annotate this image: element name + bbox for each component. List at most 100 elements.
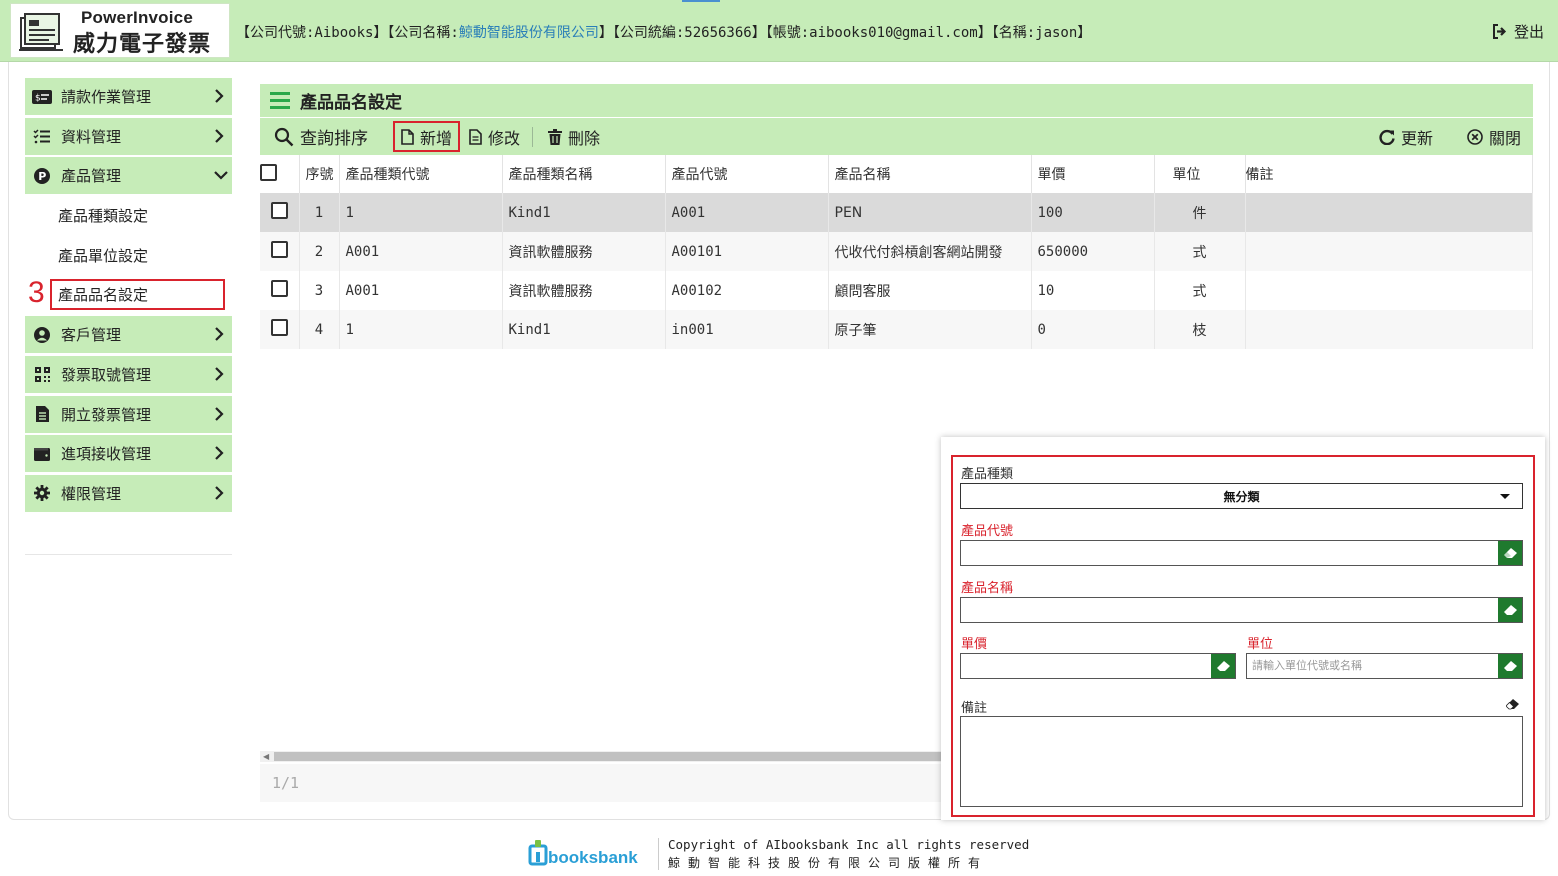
cell-note	[1245, 232, 1533, 271]
search-sort-label: 查詢排序	[300, 129, 368, 149]
company-name-link[interactable]: 鯨動智能股份有限公司	[459, 25, 599, 41]
scroll-left-arrow-icon[interactable]: ◀	[263, 752, 269, 761]
row-checkbox[interactable]	[270, 241, 288, 258]
search-sort-button[interactable]: 查詢排序	[274, 118, 368, 155]
sidebar-item-product[interactable]: P 產品管理	[25, 157, 232, 195]
product-table: 序號 產品種類代號 產品種類名稱 產品代號 產品名稱 單價 單位 備註 1 1 …	[260, 155, 1533, 349]
top-tab-indicator	[682, 0, 720, 2]
column-header[interactable]: 單價	[1031, 155, 1155, 193]
cell-name: PEN	[828, 193, 1032, 232]
table-row[interactable]: 3 A001 資訊軟體服務 A00102 顧問客服 10 式	[260, 271, 1533, 310]
user-circle-icon	[31, 326, 53, 343]
eraser-icon	[1503, 660, 1517, 671]
chevron-right-icon	[215, 446, 224, 460]
edit-button[interactable]: 修改	[469, 118, 520, 155]
sidebar-item-issue-invoice[interactable]: 開立發票管理	[25, 395, 232, 433]
delete-button[interactable]: 刪除	[548, 118, 600, 155]
price-input[interactable]	[960, 653, 1236, 679]
select-all-checkbox[interactable]	[260, 163, 277, 181]
hamburger-menu-button[interactable]	[260, 84, 300, 117]
cell-unit: 式	[1154, 232, 1246, 271]
unit-input[interactable]: 請輸入單位代號或名稱	[1246, 653, 1523, 679]
scrollbar-thumb[interactable]	[274, 752, 942, 761]
product-type-label: 產品種類	[961, 467, 1014, 482]
cell-seq: 1	[299, 193, 340, 232]
sidebar-subitem-product-type[interactable]: 產品種類設定	[25, 197, 232, 235]
clear-code-button[interactable]	[1498, 541, 1522, 565]
search-icon	[274, 127, 294, 146]
checklist-icon	[31, 129, 53, 144]
clear-name-button[interactable]	[1498, 598, 1522, 622]
cell-seq: 3	[299, 271, 340, 310]
sidebar-subitem-product-unit[interactable]: 產品單位設定	[25, 236, 232, 274]
sidebar-item-customer[interactable]: 客戶管理	[25, 316, 232, 354]
cell-type-name: 資訊軟體服務	[502, 232, 666, 271]
sidebar-item-permission[interactable]: 權限管理	[25, 474, 232, 512]
column-header[interactable]: 產品名稱	[828, 155, 1032, 193]
row-checkbox[interactable]	[270, 319, 288, 336]
add-label: 新增	[420, 128, 453, 148]
table-row[interactable]: 4 1 Kind1 in001 原子筆 0 枝	[260, 310, 1533, 349]
row-checkbox-cell[interactable]	[260, 232, 300, 271]
refresh-button[interactable]: 更新	[1379, 118, 1433, 155]
cell-type-code: A001	[339, 271, 503, 310]
row-checkbox-cell[interactable]	[260, 193, 300, 232]
content-title-bar: 產品品名設定	[260, 84, 1533, 117]
cell-type-name: 資訊軟體服務	[502, 271, 666, 310]
row-checkbox[interactable]	[270, 202, 288, 219]
cell-type-code: 1	[339, 193, 503, 232]
logout-button[interactable]: 登出	[1492, 21, 1544, 42]
clear-unit-button[interactable]	[1498, 654, 1522, 678]
column-header[interactable]: 單位	[1154, 155, 1246, 193]
product-type-select[interactable]: 無分類	[960, 483, 1523, 509]
note-textarea[interactable]	[960, 716, 1523, 807]
sidebar-item-data[interactable]: 資料管理	[25, 117, 232, 155]
product-code-input[interactable]	[960, 540, 1523, 566]
cell-price: 0	[1031, 310, 1155, 349]
product-name-input[interactable]	[960, 597, 1523, 623]
sidebar-item-input-receive[interactable]: 進項接收管理	[25, 435, 232, 473]
sidebar-item-label: 產品管理	[61, 167, 122, 186]
toolbar: 查詢排序 新增 修改 刪除 更新 關閉	[260, 118, 1533, 155]
cell-price: 650000	[1031, 232, 1155, 271]
select-all-checkbox-cell[interactable]	[260, 155, 300, 193]
column-header[interactable]: 產品代號	[665, 155, 829, 193]
sidebar-item-billing[interactable]: $ 請款作業管理	[25, 78, 232, 115]
row-checkbox[interactable]	[270, 280, 288, 297]
column-header[interactable]: 備註	[1245, 155, 1533, 193]
cell-code: A001	[665, 193, 829, 232]
brand-logo[interactable]: PowerInvoice 威力電子發票	[10, 3, 230, 58]
sidebar-subitem-product-name[interactable]: 3 產品品名設定	[25, 276, 232, 314]
horizontal-scrollbar[interactable]: ◀	[260, 751, 942, 762]
table-row[interactable]: 1 1 Kind1 A001 PEN 100 件	[260, 193, 1533, 232]
clear-price-button[interactable]	[1211, 654, 1235, 678]
chevron-right-icon	[215, 327, 224, 341]
svg-text:$: $	[35, 93, 41, 103]
clear-note-eraser-icon[interactable]	[1506, 699, 1519, 710]
cell-code: in001	[665, 310, 829, 349]
dropdown-caret-icon	[1500, 494, 1510, 499]
document-icon	[31, 406, 53, 422]
product-code-label: 產品代號	[961, 524, 1014, 539]
add-button[interactable]: 新增	[393, 121, 461, 152]
column-header[interactable]: 序號	[299, 155, 340, 193]
pager: 1/1	[260, 764, 942, 802]
svg-text:P: P	[38, 170, 46, 183]
table-row[interactable]: 2 A001 資訊軟體服務 A00101 代收代付斜槓創客網站開發 650000…	[260, 232, 1533, 271]
price-label: 單價	[961, 637, 988, 652]
refresh-label: 更新	[1401, 128, 1434, 148]
row-checkbox-cell[interactable]	[260, 271, 300, 310]
cell-name: 原子筆	[828, 310, 1032, 349]
close-button[interactable]: 關閉	[1467, 118, 1521, 155]
cell-unit: 件	[1154, 193, 1246, 232]
cell-seq: 4	[299, 310, 340, 349]
column-header[interactable]: 產品種類代號	[339, 155, 503, 193]
sidebar-item-invoice-number[interactable]: 發票取號管理	[25, 355, 232, 393]
note-label: 備註	[961, 701, 988, 716]
copyright-zh: 鯨動智能科技股份有限公司版權所有	[668, 856, 989, 870]
row-checkbox-cell[interactable]	[260, 310, 300, 349]
column-header[interactable]: 產品種類名稱	[502, 155, 666, 193]
sidebar-item-label: 資料管理	[61, 127, 122, 146]
cell-type-name: Kind1	[502, 310, 666, 349]
footer-copyright: Copyright of AIbooksbank Inc all rights …	[668, 836, 1029, 872]
